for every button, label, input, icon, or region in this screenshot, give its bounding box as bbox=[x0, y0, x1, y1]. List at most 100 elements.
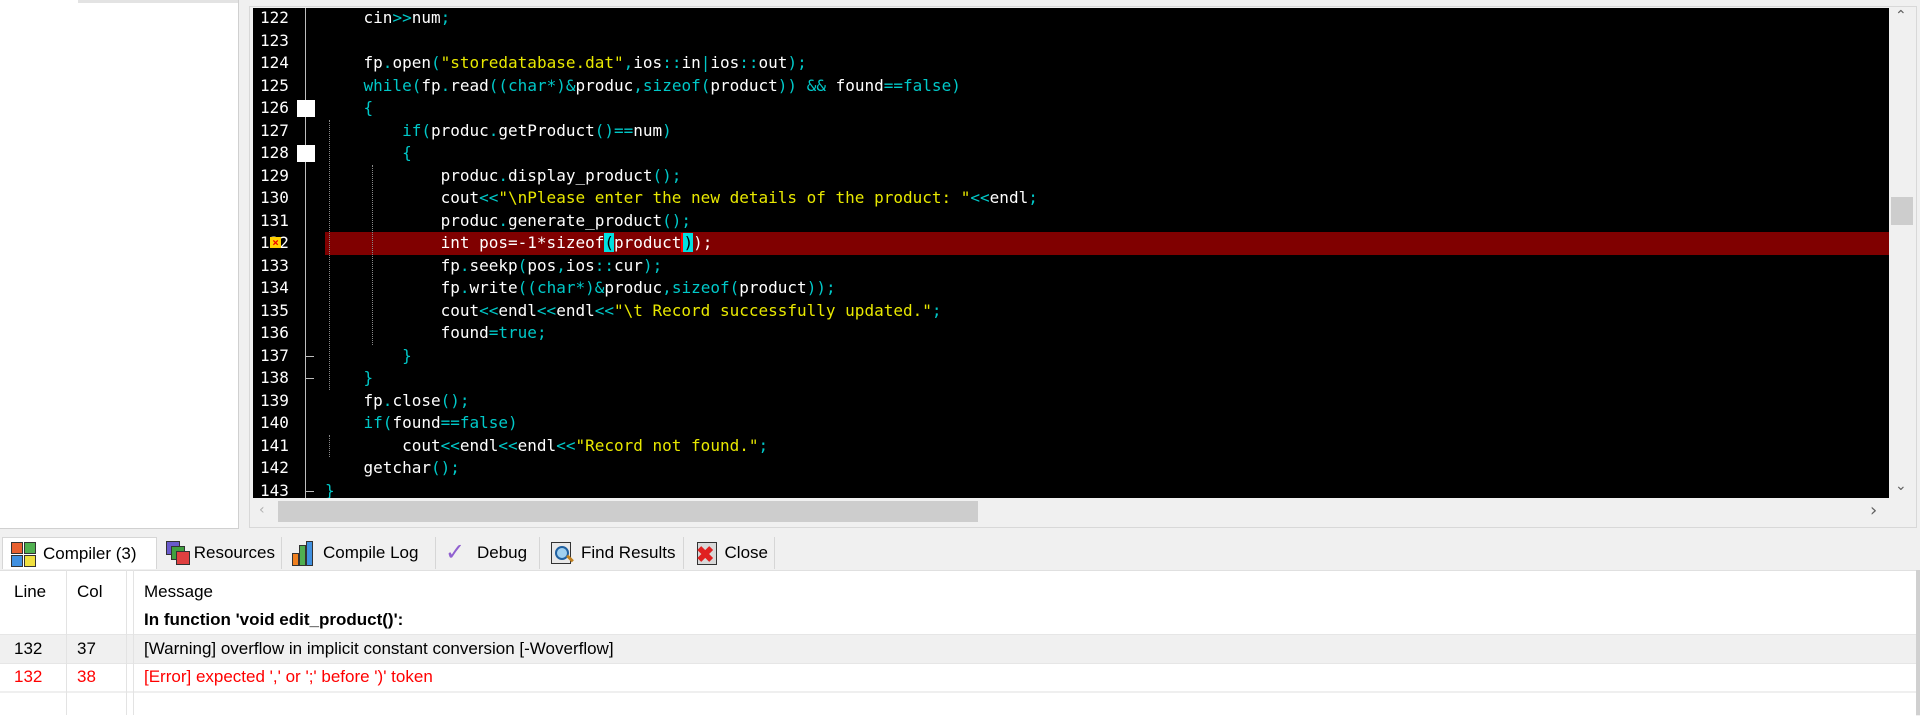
line-number[interactable]: 125 bbox=[260, 75, 289, 98]
header-message[interactable]: Message bbox=[144, 578, 213, 606]
header-line[interactable]: Line bbox=[14, 578, 46, 606]
line-number[interactable]: 142 bbox=[260, 457, 289, 480]
code-line[interactable]: 127 if(produc.getProduct()==num) bbox=[253, 120, 1889, 143]
code-text: } bbox=[363, 368, 374, 387]
column-divider[interactable] bbox=[126, 570, 127, 715]
code-line[interactable]: 141 cout<<endl<<endl<<"Record not found.… bbox=[253, 435, 1889, 458]
code-text: int pos=-1*sizeof(product)); bbox=[325, 233, 713, 252]
message-row[interactable]: In function 'void edit_product()': bbox=[0, 606, 1916, 634]
column-divider[interactable] bbox=[133, 570, 134, 715]
code-line[interactable]: 137 } bbox=[253, 345, 1889, 368]
error-marker-icon: × bbox=[270, 237, 281, 248]
code-text: { bbox=[402, 143, 412, 162]
project-browser-panel[interactable] bbox=[0, 0, 239, 529]
row-message: [Warning] overflow in implicit constant … bbox=[144, 639, 614, 658]
code-line[interactable]: 124 fp.open("storedatabase.dat",ios::in|… bbox=[253, 52, 1889, 75]
code-editor[interactable]: 122 cin>>num; 123 124 fp.open("storedataba… bbox=[253, 8, 1889, 498]
close-icon: ✖ bbox=[693, 541, 719, 567]
code-line[interactable]: 129 produc.display_product(); bbox=[253, 165, 1889, 188]
code-line[interactable]: 143} bbox=[253, 480, 1889, 499]
header-col[interactable]: Col bbox=[77, 578, 103, 606]
code-text: if(found==false) bbox=[363, 413, 518, 432]
line-number[interactable]: 140 bbox=[260, 412, 289, 435]
code-line[interactable]: 136 found=true; bbox=[253, 322, 1889, 345]
message-row-warning[interactable]: 132 37 [Warning] overflow in implicit co… bbox=[0, 634, 1916, 664]
tab-label: Compiler (3) bbox=[43, 543, 137, 563]
code-line[interactable]: 122 cin>>num; bbox=[253, 8, 1889, 30]
code-text: fp.open("storedatabase.dat",ios::in|ios:… bbox=[325, 53, 807, 72]
line-number[interactable]: 127 bbox=[260, 120, 289, 143]
compile-log-icon bbox=[291, 541, 317, 566]
line-number[interactable]: 129 bbox=[260, 165, 289, 188]
find-results-icon bbox=[549, 541, 575, 565]
line-number[interactable]: 131 bbox=[260, 210, 289, 233]
code-line[interactable]: 133 fp.seekp(pos,ios::cur); bbox=[253, 255, 1889, 278]
tab-find-results[interactable]: Find Results bbox=[541, 537, 684, 569]
code-line[interactable]: 132× int pos=-1*sizeof(product)); bbox=[253, 232, 1889, 255]
scroll-right-icon[interactable]: › bbox=[1870, 500, 1877, 521]
tab-close[interactable]: ✖ Close bbox=[685, 537, 775, 569]
code-line[interactable]: 128 { bbox=[253, 142, 1889, 165]
messages-scrollbar[interactable] bbox=[1916, 570, 1920, 715]
row-col: 38 bbox=[77, 667, 96, 686]
line-number[interactable]: 128 bbox=[260, 142, 289, 165]
messages-header: Line Col Message bbox=[0, 578, 1916, 606]
vertical-scrollbar[interactable] bbox=[1889, 8, 1914, 498]
line-number[interactable]: 133 bbox=[260, 255, 289, 278]
line-number[interactable]: 136 bbox=[260, 322, 289, 345]
line-number[interactable]: 138 bbox=[260, 367, 289, 390]
message-row-error[interactable]: 132 38 [Error] expected ',' or ';' befor… bbox=[0, 663, 1916, 693]
line-number[interactable]: 134 bbox=[260, 277, 289, 300]
line-number[interactable]: 135 bbox=[260, 300, 289, 323]
row-line: 132 bbox=[14, 639, 43, 658]
row-line: 132 bbox=[14, 667, 43, 686]
code-line[interactable]: 142 getchar(); bbox=[253, 457, 1889, 480]
code-line[interactable]: 130 cout<<"\nPlease enter the new detail… bbox=[253, 187, 1889, 210]
fold-end-marker bbox=[306, 355, 314, 357]
vertical-scrollbar-thumb[interactable] bbox=[1891, 197, 1913, 225]
line-number[interactable]: 141 bbox=[260, 435, 289, 458]
code-text: if(produc.getProduct()==num) bbox=[402, 120, 672, 140]
line-number[interactable]: 123 bbox=[260, 30, 289, 53]
code-line[interactable]: 126 { bbox=[253, 97, 1889, 120]
tab-debug[interactable]: ✓ Debug bbox=[437, 537, 540, 569]
code-text: fp.seekp(pos,ios::cur); bbox=[325, 255, 663, 275]
code-text: while(fp.read((char*)&produc,sizeof(prod… bbox=[363, 75, 961, 95]
line-number[interactable]: 137 bbox=[260, 345, 289, 368]
code-line[interactable]: 131 produc.generate_product(); bbox=[253, 210, 1889, 233]
tab-label: Debug bbox=[477, 543, 528, 562]
scroll-left-icon[interactable]: ‹ bbox=[259, 502, 265, 518]
column-divider[interactable] bbox=[66, 570, 67, 715]
tab-label: Close bbox=[724, 543, 768, 562]
row-message: In function 'void edit_product()': bbox=[144, 610, 404, 629]
fold-toggle[interactable] bbox=[297, 145, 315, 162]
code-text: fp.write((char*)&produc,sizeof(product))… bbox=[325, 278, 836, 297]
line-number[interactable]: 130 bbox=[260, 187, 289, 210]
code-text: cout<<endl<<endl<<"Record not found."; bbox=[325, 435, 769, 455]
line-number[interactable]: 139 bbox=[260, 390, 289, 413]
code-line[interactable]: 123 bbox=[253, 30, 1889, 53]
code-text: fp.close(); bbox=[325, 390, 470, 410]
horizontal-scrollbar-thumb[interactable] bbox=[278, 501, 978, 522]
code-line[interactable]: 125 while(fp.read((char*)&produc,sizeof(… bbox=[253, 75, 1889, 98]
code-text: produc.generate_product(); bbox=[325, 210, 692, 230]
line-number[interactable]: 143 bbox=[260, 480, 289, 499]
tab-compile-log[interactable]: Compile Log bbox=[283, 537, 436, 569]
line-number[interactable]: 122 bbox=[260, 8, 289, 30]
code-line[interactable]: 139 fp.close(); bbox=[253, 390, 1889, 413]
scroll-down-icon[interactable]: ⌄ bbox=[1895, 478, 1907, 494]
tab-resources[interactable]: Resources bbox=[158, 537, 282, 569]
tab-label: Find Results bbox=[581, 543, 676, 562]
code-line[interactable]: 140 if(found==false) bbox=[253, 412, 1889, 435]
code-line[interactable]: 134 fp.write((char*)&produc,sizeof(produ… bbox=[253, 277, 1889, 300]
code-line[interactable]: 138 } bbox=[253, 367, 1889, 390]
code-line[interactable]: 135 cout<<endl<<endl<<"\t Record success… bbox=[253, 300, 1889, 323]
fold-toggle[interactable] bbox=[297, 100, 315, 117]
line-number[interactable]: 126 bbox=[260, 97, 289, 120]
tab-compiler[interactable]: Compiler (3) bbox=[2, 537, 157, 569]
scroll-up-icon[interactable]: ⌃ bbox=[1895, 8, 1907, 24]
project-tabs-strip bbox=[78, 0, 238, 3]
debug-icon: ✓ bbox=[445, 539, 466, 566]
compiler-icon bbox=[11, 541, 37, 567]
line-number[interactable]: 124 bbox=[260, 52, 289, 75]
